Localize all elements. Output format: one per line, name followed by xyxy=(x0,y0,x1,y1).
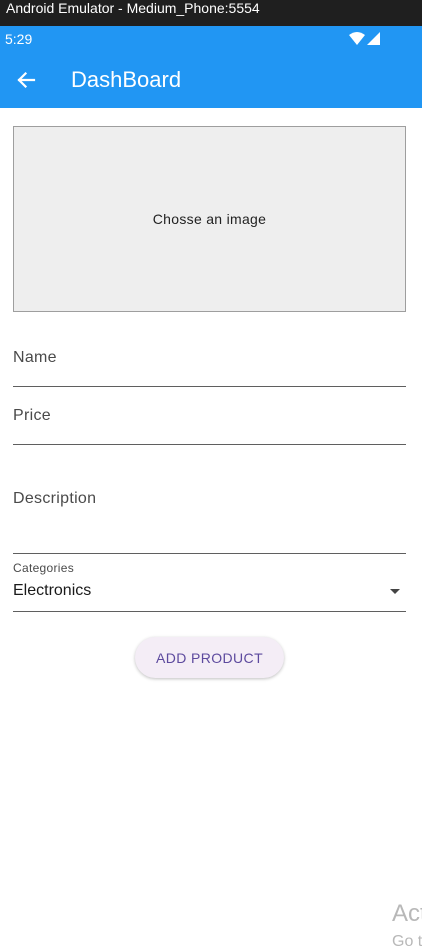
signal-icon xyxy=(367,32,380,45)
price-field-label: Price xyxy=(13,407,51,424)
price-field[interactable]: Price xyxy=(13,396,406,445)
app-bar: DashBoard xyxy=(0,51,422,108)
wifi-icon xyxy=(349,32,365,45)
description-field[interactable]: Description xyxy=(13,455,406,554)
description-field-label: Description xyxy=(13,490,97,507)
category-dropdown[interactable]: Categories Electronics xyxy=(13,558,406,612)
page-title: DashBoard xyxy=(71,67,182,92)
category-dropdown-label: Categories xyxy=(13,561,75,575)
status-time: 5:29 xyxy=(5,31,33,47)
status-icons xyxy=(349,32,380,45)
window-title: Android Emulator - Medium_Phone:5554 xyxy=(6,0,260,16)
activation-watermark-subtext: Go t xyxy=(392,933,422,950)
activation-watermark: Act xyxy=(392,900,422,927)
dropdown-arrow-icon xyxy=(390,589,400,594)
image-picker[interactable]: Chosse an image xyxy=(13,126,406,312)
status-bar: 5:29 xyxy=(0,26,422,51)
category-selected-value: Electronics xyxy=(13,582,92,599)
back-button[interactable] xyxy=(12,66,40,94)
add-product-button[interactable]: ADD PRODUCT xyxy=(135,637,284,678)
image-picker-label: Chosse an image xyxy=(152,211,267,227)
arrow-left-icon xyxy=(17,71,36,89)
window-titlebar: Android Emulator - Medium_Phone:5554 xyxy=(0,0,422,26)
name-field[interactable]: Name xyxy=(13,338,406,387)
name-field-label: Name xyxy=(13,349,57,366)
